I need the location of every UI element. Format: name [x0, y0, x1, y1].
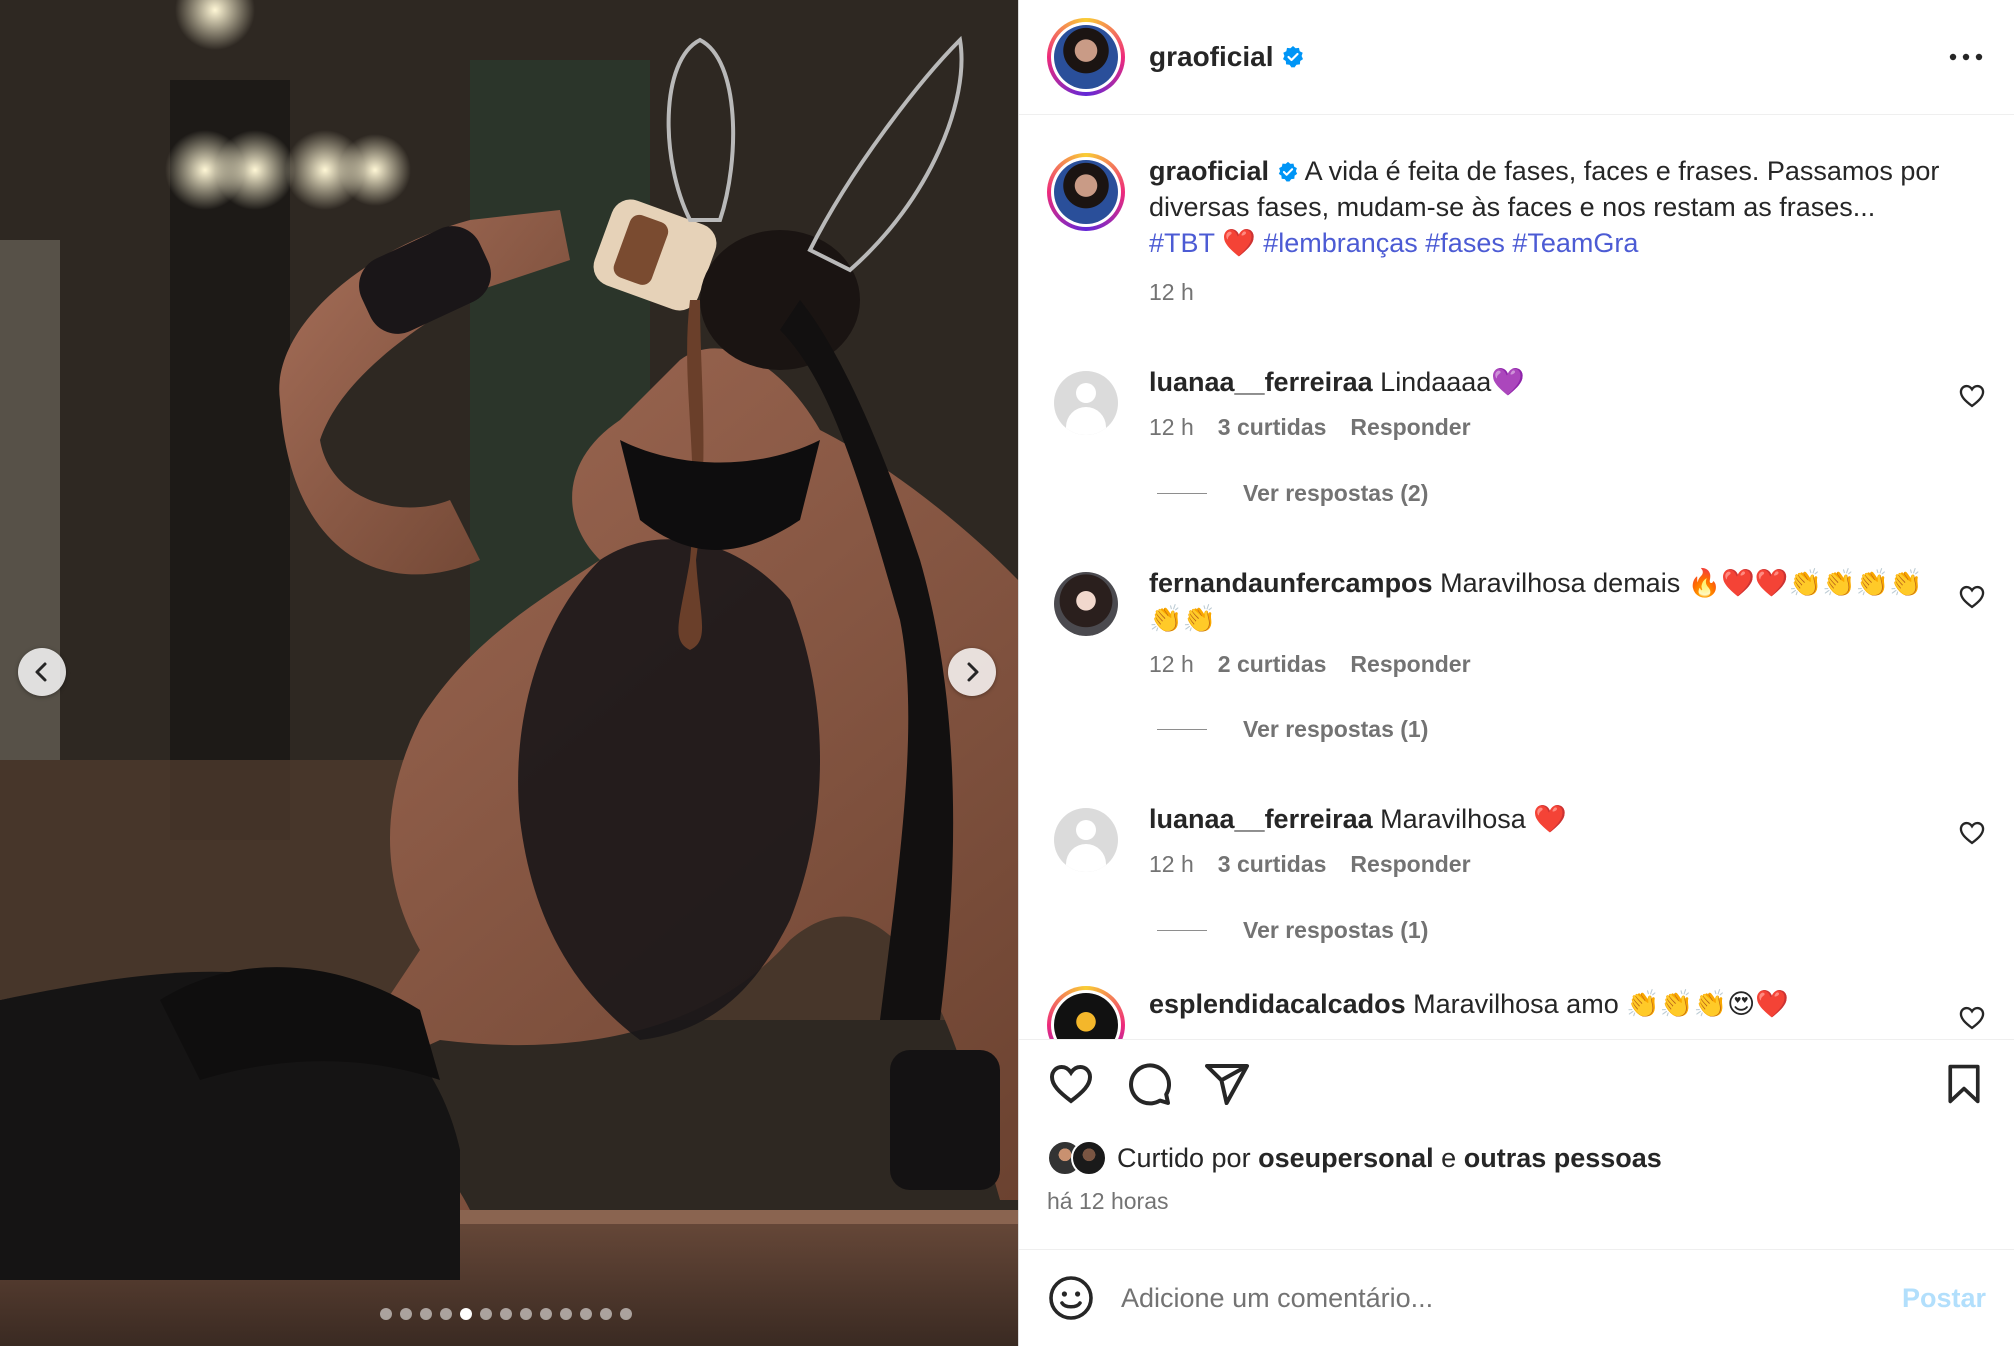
comment-row: esplendidacalcados Maravilhosa amo 👏👏👏😍❤… [1047, 986, 1986, 1039]
action-bar [1047, 1062, 1986, 1106]
liked-by: Curtido por oseupersonal e outras pessoa… [1047, 1140, 1986, 1176]
carousel-dot [600, 1308, 612, 1320]
comment-input[interactable] [1121, 1282, 1902, 1314]
comment-username[interactable]: fernandaunfercampos [1149, 568, 1433, 598]
caption-username[interactable]: graoficial [1149, 156, 1269, 186]
view-replies-button[interactable]: Ver respostas (2) [1157, 480, 1986, 507]
carousel-indicator [380, 1308, 632, 1320]
comment-time[interactable]: 12 h [1149, 851, 1194, 878]
hashtag-fases[interactable]: #fases [1425, 228, 1505, 258]
reply-button[interactable]: Responder [1350, 651, 1470, 678]
reply-button[interactable]: Responder [1350, 414, 1470, 441]
carousel-dot [580, 1308, 592, 1320]
view-replies-label[interactable]: Ver respostas (1) [1243, 716, 1428, 743]
comment-text: Maravilhosa ❤️ [1380, 804, 1567, 834]
comment-row: luanaa__ferreiraa Maravilhosa ❤️ 12 h 3 … [1047, 801, 1986, 879]
share-send-icon[interactable] [1203, 1060, 1251, 1108]
carousel-dot [540, 1308, 552, 1320]
post-header: graoficial [1019, 0, 2014, 115]
hashtag-teamgra[interactable]: #TeamGra [1512, 228, 1638, 258]
verified-badge-icon [1278, 161, 1297, 182]
comment-like-heart-icon[interactable] [1958, 819, 1986, 847]
like-heart-icon[interactable] [1047, 1060, 1095, 1108]
reply-button[interactable]: Responder [1350, 851, 1470, 878]
instagram-post: graoficial graoficial A vida é feita de … [0, 0, 2014, 1346]
caption-time[interactable]: 12 h [1149, 279, 1194, 306]
more-options-button[interactable] [1946, 37, 1986, 77]
save-bookmark-icon[interactable] [1942, 1060, 1986, 1108]
comment-username[interactable]: luanaa__ferreiraa [1149, 367, 1373, 397]
add-comment-bar: Postar [1019, 1249, 2014, 1346]
comment-likes[interactable]: 2 curtidas [1218, 651, 1327, 678]
commenter-avatar[interactable] [1054, 808, 1118, 872]
liked-by-others[interactable]: outras pessoas [1464, 1143, 1662, 1173]
carousel-dot [460, 1308, 472, 1320]
caption-author-avatar[interactable] [1047, 153, 1125, 231]
comment-likes[interactable]: 3 curtidas [1218, 851, 1327, 878]
author-avatar[interactable] [1047, 18, 1125, 96]
post-comment-button[interactable]: Postar [1902, 1283, 1986, 1314]
carousel-dot [420, 1308, 432, 1320]
chevron-left-icon [35, 662, 47, 682]
carousel-dot [400, 1308, 412, 1320]
comment-likes[interactable]: 3 curtidas [1218, 414, 1327, 441]
carousel-dot [500, 1308, 512, 1320]
emoji-picker-icon[interactable] [1047, 1274, 1095, 1322]
carousel-dot [520, 1308, 532, 1320]
liked-by-prefix: Curtido por [1117, 1142, 1251, 1173]
carousel-prev-button[interactable] [18, 648, 66, 696]
post-panel: graoficial graoficial A vida é feita de … [1018, 0, 2014, 1346]
liked-by-user[interactable]: oseupersonal [1258, 1143, 1434, 1173]
view-replies-button[interactable]: Ver respostas (1) [1157, 716, 1986, 743]
commenter-avatar[interactable] [1054, 371, 1118, 435]
post-photo [0, 0, 1018, 1346]
comment-like-heart-icon[interactable] [1958, 382, 1986, 410]
verified-badge-icon [1283, 46, 1304, 68]
commenter-avatar[interactable] [1047, 986, 1125, 1039]
post-time-ago[interactable]: há 12 horas [1047, 1188, 1986, 1215]
hashtag-lembrancas[interactable]: #lembranças [1263, 228, 1418, 258]
liker-avatar[interactable] [1071, 1140, 1107, 1176]
carousel-dot [480, 1308, 492, 1320]
comment-bubble-icon[interactable] [1125, 1060, 1173, 1108]
more-dots-icon [1949, 53, 1983, 61]
view-replies-button[interactable]: Ver respostas (1) [1157, 917, 1986, 944]
comment-username[interactable]: esplendidacalcados [1149, 989, 1406, 1019]
carousel-dot [440, 1308, 452, 1320]
author-username-text[interactable]: graoficial [1149, 41, 1273, 73]
comment-row: luanaa__ferreiraa Lindaaaa💜 12 h 3 curti… [1047, 364, 1986, 442]
comment-row: fernandaunfercampos Maravilhosa demais 🔥… [1047, 565, 1986, 678]
carousel-dot [620, 1308, 632, 1320]
commenter-avatar[interactable] [1054, 572, 1118, 636]
chevron-right-icon [967, 662, 979, 682]
post-actions-section: Curtido por oseupersonal e outras pessoa… [1019, 1039, 2014, 1249]
carousel-dot [380, 1308, 392, 1320]
caption-heart-emoji: ❤️ [1222, 228, 1256, 258]
author-username[interactable]: graoficial [1149, 41, 1305, 73]
comment-text: Lindaaaa💜 [1380, 367, 1525, 397]
comment-time[interactable]: 12 h [1149, 651, 1194, 678]
comment-time[interactable]: 12 h [1149, 414, 1194, 441]
caption-text-block: graoficial A vida é feita de fases, face… [1149, 153, 1966, 261]
post-media[interactable] [0, 0, 1018, 1346]
view-replies-label[interactable]: Ver respostas (2) [1243, 480, 1428, 507]
caption-row: graoficial A vida é feita de fases, face… [1047, 153, 1986, 306]
carousel-next-button[interactable] [948, 648, 996, 696]
hashtag-tbt[interactable]: #TBT [1149, 228, 1215, 258]
comment-like-heart-icon[interactable] [1958, 1004, 1986, 1032]
carousel-dot [560, 1308, 572, 1320]
comment-like-heart-icon[interactable] [1958, 583, 1986, 611]
comments-list[interactable]: graoficial A vida é feita de fases, face… [1019, 115, 2014, 1039]
comment-username[interactable]: luanaa__ferreiraa [1149, 804, 1373, 834]
comment-text: Maravilhosa amo 👏👏👏😍❤️ [1413, 989, 1789, 1019]
view-replies-label[interactable]: Ver respostas (1) [1243, 917, 1428, 944]
liked-by-connector: e [1441, 1142, 1457, 1173]
